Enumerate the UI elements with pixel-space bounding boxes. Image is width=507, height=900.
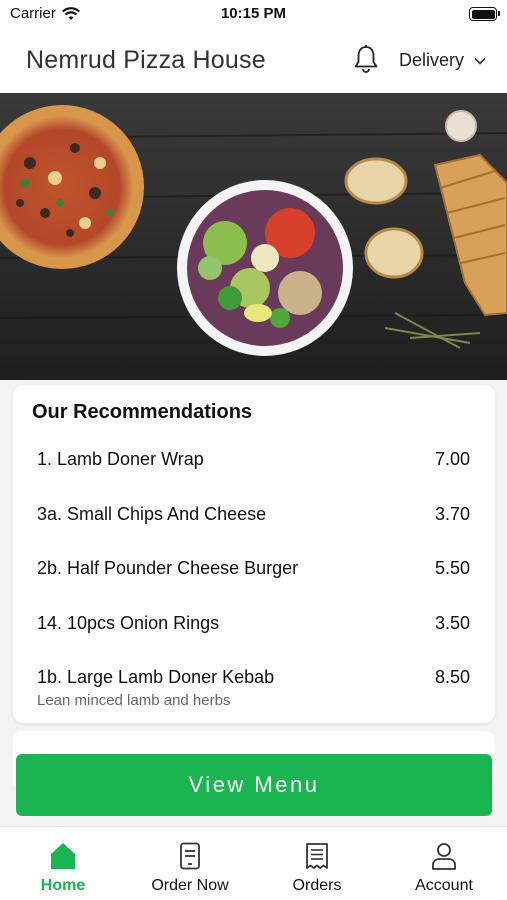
item-description: Lean minced lamb and herbs [37,692,231,709]
delivery-mode-selector[interactable]: Delivery [399,50,486,71]
hero-food-image [0,93,507,380]
recommendation-item[interactable]: 14. 10pcs Onion Rings 3.50 [37,613,470,653]
item-price: 3.70 [434,504,470,524]
restaurant-title: Nemrud Pizza House [26,46,266,74]
item-name: 14. 10pcs Onion Rings [37,613,220,633]
salad-bowl-illustration [177,180,353,356]
status-time: 10:15 PM [220,5,287,22]
tab-label: Account [415,877,473,894]
bottom-tab-bar: Home Order Now Orders Account [0,826,507,900]
recommendation-item[interactable]: 3a. Small Chips And Cheese 3.70 [37,504,470,544]
recommendations-heading: Our Recommendations [32,401,253,423]
tab-account[interactable]: Account [381,827,507,900]
tab-home[interactable]: Home [0,827,126,900]
recommendation-item[interactable]: 1. Lamb Doner Wrap 7.00 [37,449,470,489]
chevron-down-icon [474,57,486,65]
item-name: 3a. Small Chips And Cheese [37,504,267,524]
tab-orders[interactable]: Orders [254,827,380,900]
battery-icon [469,7,500,21]
order-now-icon [180,842,200,870]
tab-label: Home [40,877,86,894]
delivery-label: Delivery [399,50,465,70]
item-name: 1. Lamb Doner Wrap [37,449,204,469]
item-price: 3.50 [434,613,470,633]
item-price: 8.50 [434,667,470,687]
status-bar: Carrier 10:15 PM [0,0,507,28]
item-price: 5.50 [434,558,470,578]
tab-order-now[interactable]: Order Now [127,827,253,900]
home-icon [51,843,75,869]
recommendation-item[interactable]: 1b. Large Lamb Doner Kebab 8.50 Lean min… [37,667,470,717]
bell-icon[interactable] [352,44,380,74]
app-header: Nemrud Pizza House Delivery [0,28,507,93]
hero-illustration [0,93,507,380]
tab-label: Order Now [151,877,229,894]
account-icon [432,843,456,870]
tab-label: Orders [292,877,342,894]
recommendation-item[interactable]: 2b. Half Pounder Cheese Burger 5.50 [37,558,470,598]
item-name: 2b. Half Pounder Cheese Burger [37,558,299,578]
recommendations-card: Our Recommendations 1. Lamb Doner Wrap 7… [13,385,495,723]
view-menu-button[interactable]: View Menu [16,754,492,816]
item-price: 7.00 [434,449,470,469]
item-name: 1b. Large Lamb Doner Kebab [37,667,275,687]
orders-receipt-icon [306,843,328,869]
